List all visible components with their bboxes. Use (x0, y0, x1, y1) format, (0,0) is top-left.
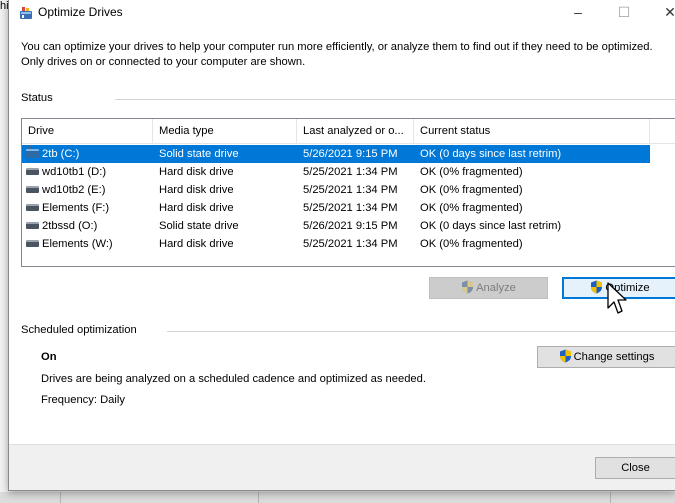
drive-name: wd10tb2 (E:) (42, 184, 106, 196)
current-status-cell: OK (0% fragmented) (420, 166, 523, 178)
current-status-cell: OK (0% fragmented) (420, 202, 523, 214)
background-divider (60, 492, 61, 503)
maximize-button[interactable]: ☐ (601, 0, 647, 26)
drive-row[interactable]: wd10tb2 (E:) Hard disk drive 5/25/2021 1… (22, 181, 650, 199)
title-bar[interactable]: Optimize Drives – ☐ ✕ (9, 0, 675, 26)
media-type-cell: Hard disk drive (159, 238, 234, 250)
analyze-button[interactable]: Analyze (429, 277, 548, 299)
drive-cell: wd10tb2 (E:) (26, 181, 153, 199)
drive-row[interactable]: wd10tb1 (D:) Hard disk drive 5/25/2021 1… (22, 163, 650, 181)
hard-drive-icon (26, 221, 39, 229)
uac-shield-icon (591, 280, 603, 294)
drive-name: 2tb (C:) (42, 148, 80, 160)
column-header-media-type[interactable]: Media type (153, 119, 297, 143)
analyze-button-label: Analyze (476, 282, 516, 294)
drive-row[interactable]: Elements (W:) Hard disk drive 5/25/2021 … (22, 235, 650, 253)
uac-shield-icon (462, 280, 474, 294)
last-analyzed-cell: 5/26/2021 9:15 PM (303, 148, 398, 160)
last-analyzed-cell: 5/25/2021 1:34 PM (303, 202, 398, 214)
drive-cell: Elements (F:) (26, 199, 153, 217)
media-type-cell: Solid state drive (159, 148, 239, 160)
status-section-label: Status (21, 92, 53, 104)
background-taskbar-fragment (0, 492, 675, 503)
optimize-button[interactable]: Optimize (562, 277, 675, 299)
close-window-button[interactable]: ✕ (647, 0, 675, 26)
current-status-cell: OK (0 days since last retrim) (420, 148, 562, 160)
schedule-frequency: Frequency: Daily (41, 394, 125, 406)
hard-drive-icon (26, 167, 39, 175)
intro-text: You can optimize your drives to help you… (21, 41, 653, 68)
hard-drive-icon (26, 185, 39, 193)
drives-list-header: Drive Media type Last analyzed or o... C… (22, 119, 675, 144)
drive-row[interactable]: 2tb (C:) Solid state drive 5/26/2021 9:1… (22, 145, 650, 163)
uac-shield-icon (559, 349, 571, 363)
media-type-cell: Solid state drive (159, 220, 239, 232)
media-type-cell: Hard disk drive (159, 202, 234, 214)
hard-drive-icon (26, 203, 39, 211)
ssd-drive-icon (26, 145, 39, 158)
media-type-cell: Hard disk drive (159, 184, 234, 196)
current-status-cell: OK (0% fragmented) (420, 184, 523, 196)
change-settings-button[interactable]: Change settings (537, 346, 675, 368)
window-title: Optimize Drives (38, 5, 123, 19)
last-analyzed-cell: 5/25/2021 1:34 PM (303, 166, 398, 178)
drive-cell: 2tb (C:) (26, 145, 153, 163)
hard-drive-icon (26, 239, 39, 247)
drive-name: 2tbssd (O:) (42, 220, 98, 232)
status-divider (115, 99, 675, 100)
drive-name: Elements (F:) (42, 202, 110, 214)
close-button[interactable]: Close (595, 457, 675, 479)
dialog-footer: Close (9, 444, 675, 490)
background-divider (610, 492, 611, 503)
column-header-last-analyzed[interactable]: Last analyzed or o... (297, 119, 414, 143)
last-analyzed-cell: 5/25/2021 1:34 PM (303, 184, 398, 196)
schedule-state: On (41, 351, 57, 363)
drive-cell: Elements (W:) (26, 235, 153, 253)
scheduled-section-label: Scheduled optimization (21, 324, 137, 336)
media-type-cell: Hard disk drive (159, 166, 234, 178)
column-header-current-status[interactable]: Current status (414, 119, 650, 143)
current-status-cell: OK (0% fragmented) (420, 238, 523, 250)
optimize-drives-window: Optimize Drives – ☐ ✕ You can optimize y… (8, 0, 675, 491)
drive-name: Elements (W:) (42, 238, 113, 250)
last-analyzed-cell: 5/25/2021 1:34 PM (303, 238, 398, 250)
drive-row[interactable]: Elements (F:) Hard disk drive 5/25/2021 … (22, 199, 650, 217)
drive-row[interactable]: 2tbssd (O:) Solid state drive 5/26/2021 … (22, 217, 650, 235)
last-analyzed-cell: 5/26/2021 9:15 PM (303, 220, 398, 232)
minimize-button[interactable]: – (555, 0, 601, 26)
drive-cell: 2tbssd (O:) (26, 217, 153, 235)
defrag-app-icon (20, 7, 32, 19)
scheduled-divider (167, 331, 675, 332)
drive-cell: wd10tb1 (D:) (26, 163, 153, 181)
current-status-cell: OK (0 days since last retrim) (420, 220, 562, 232)
optimize-button-label: Optimize (605, 282, 650, 294)
drive-name: wd10tb1 (D:) (42, 166, 107, 178)
change-settings-button-label: Change settings (573, 351, 655, 363)
drives-list[interactable]: Drive Media type Last analyzed or o... C… (21, 118, 675, 267)
schedule-description: Drives are being analyzed on a scheduled… (41, 373, 426, 385)
background-divider (258, 492, 259, 503)
column-header-drive[interactable]: Drive (22, 119, 153, 143)
